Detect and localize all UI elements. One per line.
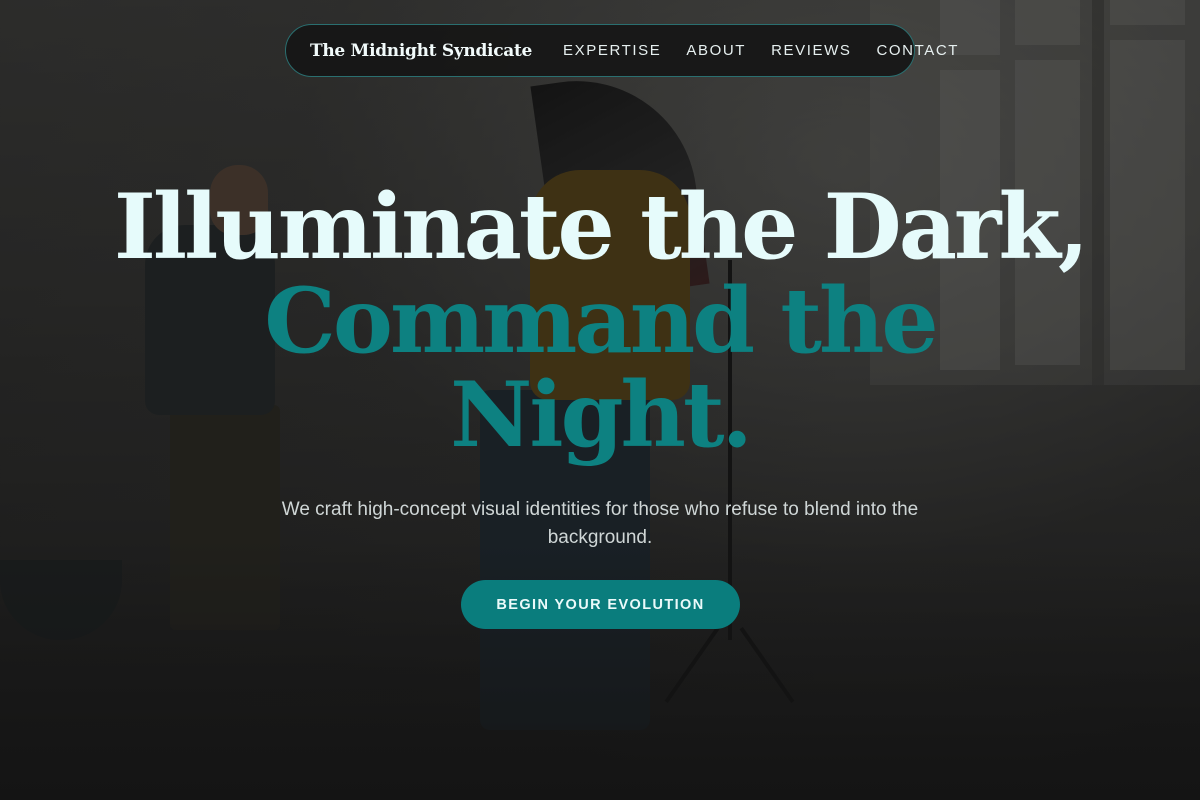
nav-links: EXPERTISE ABOUT REVIEWS CONTACT: [563, 42, 959, 59]
nav-link-reviews[interactable]: REVIEWS: [771, 42, 851, 59]
top-navigation: The Midnight Syndicate EXPERTISE ABOUT R…: [285, 24, 957, 77]
hero-subtitle: We craft high-concept visual identities …: [281, 499, 919, 548]
nav-link-contact[interactable]: CONTACT: [876, 42, 959, 59]
nav-link-expertise[interactable]: EXPERTISE: [563, 42, 661, 59]
begin-evolution-button[interactable]: BEGIN YOUR EVOLUTION: [461, 580, 740, 629]
nav-link-about[interactable]: ABOUT: [686, 42, 746, 59]
headline-line-1: Illuminate the Dark,: [113, 174, 1089, 280]
headline-line-2: Command the: [264, 268, 938, 374]
brand-logo[interactable]: The Midnight Syndicate: [310, 41, 532, 61]
hero-section: The Midnight Syndicate EXPERTISE ABOUT R…: [0, 0, 1200, 800]
hero-headline: Illuminate the Dark, Command the Night.: [0, 180, 1200, 462]
headline-line-3: Night.: [450, 362, 753, 468]
